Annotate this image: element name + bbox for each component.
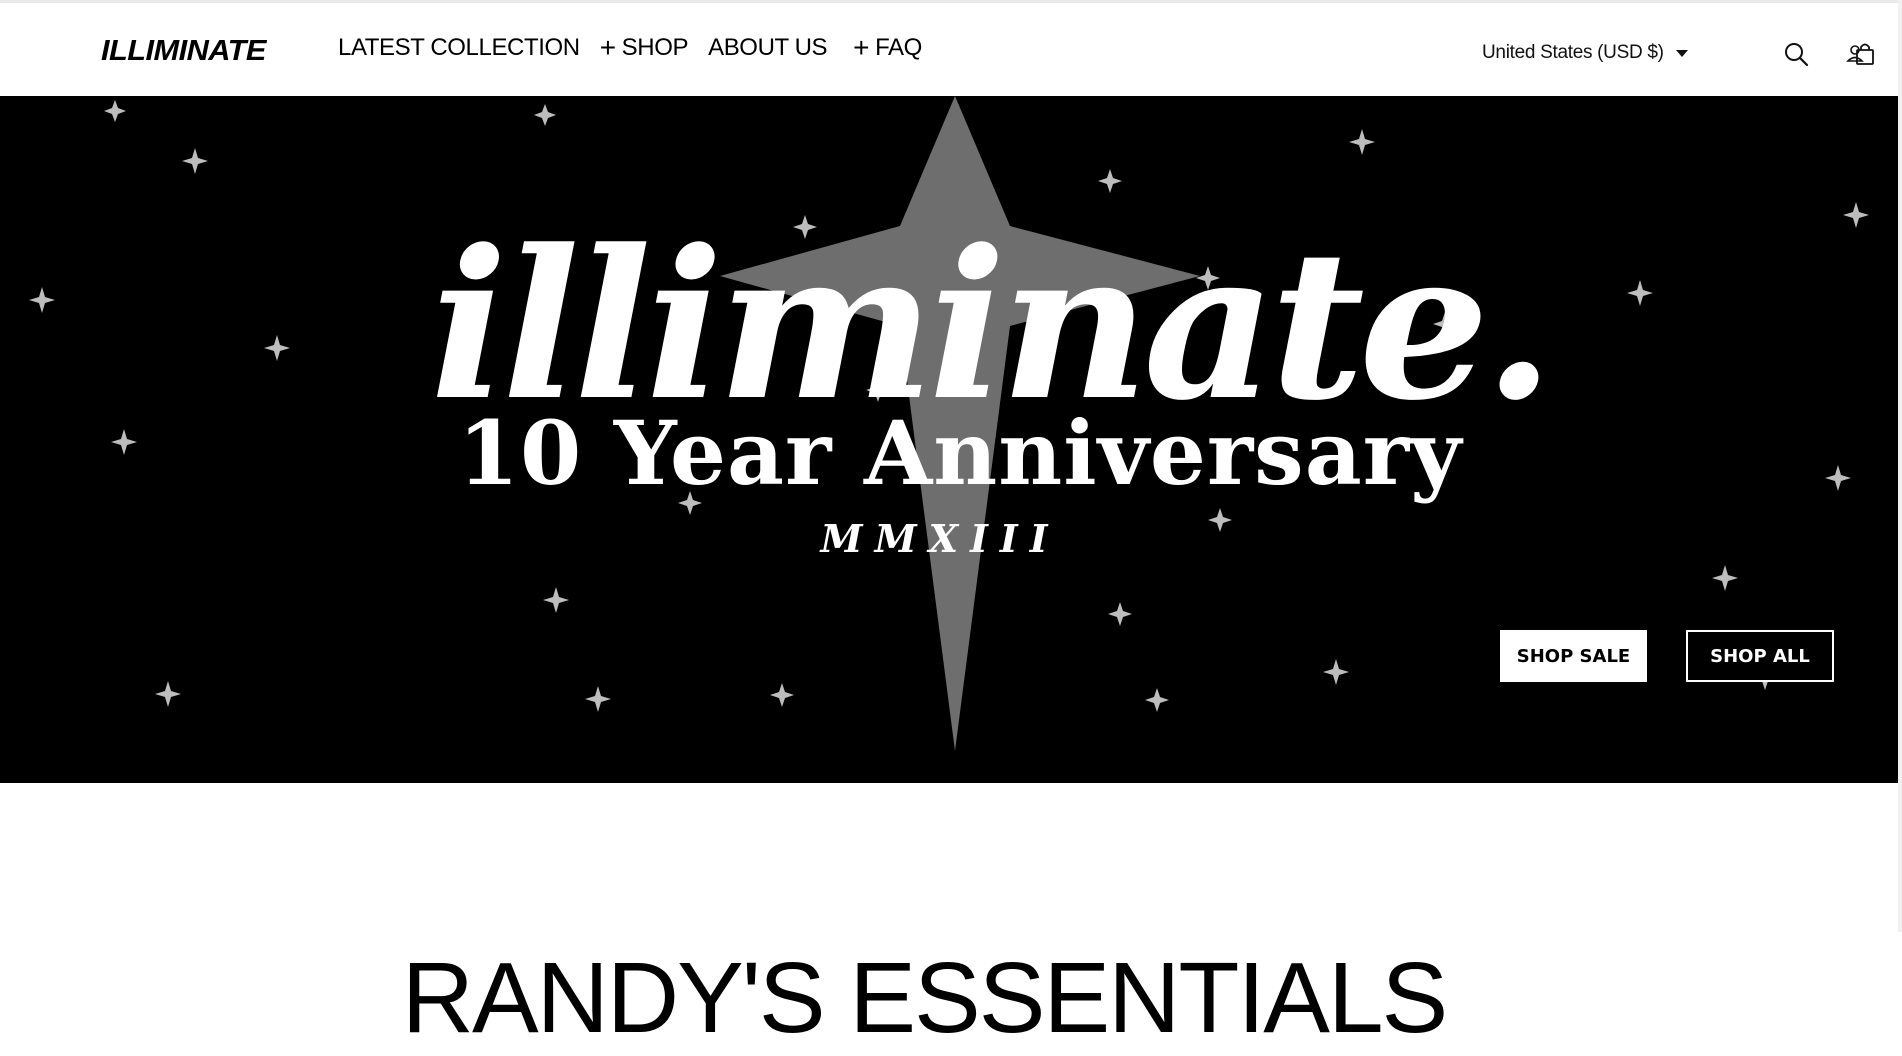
nav-shop-label: SHOP [621,34,689,61]
hero-subtitle: 10 Year Anniversary [457,401,1463,505]
nav-latest-collection[interactable]: LATEST COLLECTION [338,34,580,62]
main-nav: LATEST COLLECTION + SHOP ABOUT US + FAQ [338,34,942,62]
hero-banner: illiminate. 10 Year Anniversary MMXIII S… [0,96,1898,783]
shop-all-button[interactable]: SHOP ALL [1686,630,1834,682]
scrollbar-track[interactable] [1898,0,1902,932]
cart-icon[interactable] [1851,40,1879,68]
site-header: ILLIMINATE LATEST COLLECTION + SHOP ABOU… [0,3,1902,96]
plus-icon: + [599,32,616,63]
nav-faq[interactable]: + FAQ [853,34,922,62]
currency-label: United States (USD $) [1482,42,1664,63]
hero-script-title: illiminate. [430,206,1555,446]
site-logo[interactable]: ILLIMINATE [101,35,266,68]
plus-icon: + [853,32,870,63]
shop-sale-button[interactable]: SHOP SALE [1500,630,1647,682]
section-title: RANDY'S ESSENTIALS [401,942,1449,1054]
nav-about-us[interactable]: ABOUT US [708,34,827,62]
header-tools: United States (USD $) [1482,36,1902,72]
nav-shop[interactable]: + SHOP [599,32,689,63]
search-icon[interactable] [1782,40,1810,68]
nav-about-us-label: ABOUT US [708,34,828,61]
nav-latest-collection-label: LATEST COLLECTION [338,34,580,61]
caret-down-icon [1675,49,1688,57]
currency-selector[interactable]: United States (USD $) [1482,42,1688,64]
hero-roman-year: MMXIII [820,516,1060,561]
nav-faq-label: FAQ [875,34,922,61]
